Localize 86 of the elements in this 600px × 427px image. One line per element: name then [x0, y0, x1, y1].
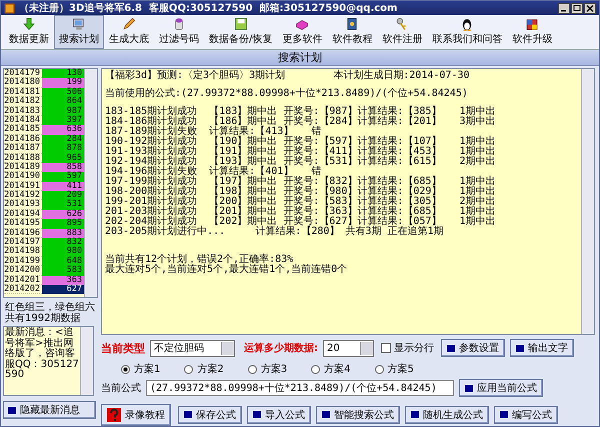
- number-cell[interactable]: 858: [42, 162, 84, 172]
- app-icon: [4, 2, 15, 14]
- scheme-radio[interactable]: 方案4: [311, 362, 350, 376]
- number-cell[interactable]: 397: [42, 116, 84, 126]
- report-line: 197-199期计划成功 【197】期中出 开奖号:【832】计算结果:【685】 1期中出: [105, 177, 497, 187]
- number-cell[interactable]: 130: [42, 69, 84, 78]
- action-button[interactable]: 参数设置: [441, 339, 505, 358]
- formula-button[interactable]: 智能搜索公式: [316, 406, 400, 424]
- formula-label: 当前公式: [101, 382, 141, 396]
- number-cell[interactable]: 626: [42, 210, 84, 220]
- toolbar-button[interactable]: 搜索计划: [54, 15, 104, 49]
- toolbar-button[interactable]: 数据备份/恢复: [204, 15, 278, 49]
- scheme-radio[interactable]: 方案3: [248, 362, 288, 376]
- report-line: 当前使用的公式:(27.99372*88.09998+十位*213.8489)/(个位+54.84245): [105, 89, 469, 99]
- periods-label: 运算多少期数据:: [244, 342, 318, 356]
- report-line: 当前共有12个计划，错误2个,正确率:83%: [105, 255, 294, 265]
- news-box: 最新消息：<追号将军>推出网络版了，咨询客服QQ：305127590: [3, 326, 94, 396]
- report-line: 198-200期计划成功 【198】期中出 开奖号:【980】计算结果:【029】 1期中出: [105, 187, 497, 197]
- report-line: 192-194期计划成功 【193】期中出 开奖号:【531】计算结果:【615】 2期中出: [105, 157, 497, 167]
- type-dropdown[interactable]: 不定位胆码: [150, 340, 235, 357]
- report-line: 191-193期计划成功 【191】期中出 开奖号:【411】计算结果:【453】 1期中出: [105, 147, 497, 157]
- report-line: 199-201期计划成功 【200】期中出 开奖号:【583】计算结果:【305】 2期中出: [105, 197, 497, 207]
- formula-button[interactable]: 保存公式: [178, 406, 242, 424]
- report-line: 201-203期计划成功 【201】期中出 开奖号:【363】计算结果:【685】 1期中出: [105, 207, 497, 217]
- report-line: 183-185期计划成功 【183】期中出 开奖号:【987】计算结果:【385】 1期中出: [105, 107, 497, 117]
- number-cell[interactable]: 284: [42, 134, 84, 144]
- window-title: （未注册）3D追号将军6.8 客服QQ:305127590 邮箱:305127590@qq.com: [19, 1, 398, 15]
- number-cell[interactable]: 411: [42, 182, 84, 192]
- report-line: 203-205期计划进行中... 计算结果:【280】 共有3期 正在追第1期: [105, 227, 444, 237]
- number-cell[interactable]: 363: [42, 276, 84, 285]
- show-rows-checkbox[interactable]: 显示分行: [381, 341, 434, 356]
- number-cell[interactable]: 883: [42, 228, 84, 238]
- legend-text: 红色组三，绿色组六: [5, 302, 96, 313]
- scheme-radio[interactable]: 方案1: [121, 362, 160, 376]
- number-cell[interactable]: 583: [42, 266, 84, 276]
- scheme-radio[interactable]: 方案5: [374, 362, 414, 376]
- number-cell[interactable]: 506: [42, 88, 84, 98]
- report-line: 190-192期计划成功 【190】期中出 开奖号:【597】计算结果:【107】 1期中出: [105, 137, 497, 147]
- number-cell[interactable]: 987: [42, 106, 84, 116]
- number-cell[interactable]: 980: [42, 247, 84, 257]
- tutorial-button[interactable]: 录像教程: [101, 404, 171, 426]
- scrollbar[interactable]: [581, 69, 594, 334]
- number-cell[interactable]: 965: [42, 154, 84, 163]
- report-line: 187-189期计划失败 计算结果:【413】 错: [105, 127, 322, 137]
- panel-title: 搜索计划: [1, 50, 599, 66]
- number-cell[interactable]: 895: [42, 219, 84, 229]
- number-cell[interactable]: 878: [42, 144, 84, 154]
- formula-field[interactable]: (27.99372*88.09998+十位*213.8489)/(个位+54.84245): [146, 380, 454, 396]
- report-line: 最大连对5个,当前连对5个,最大连错1个,当前连错0个: [105, 265, 348, 275]
- toolbar-button[interactable]: 过滤号码: [154, 15, 204, 49]
- toolbar-button[interactable]: 软件升级: [507, 15, 558, 49]
- number-cell[interactable]: 648: [42, 256, 84, 266]
- periods-dropdown[interactable]: 20: [323, 340, 374, 357]
- toolbar-button[interactable]: 生成大底: [104, 15, 154, 49]
- question-icon: [107, 408, 121, 422]
- toolbar-button[interactable]: 联系我们和问答: [427, 15, 508, 49]
- maximize-icon[interactable]: [571, 2, 583, 14]
- legend-text: 共有1992期数据: [5, 313, 82, 324]
- scrollbar[interactable]: [80, 327, 93, 395]
- toolbar-button[interactable]: 软件注册: [377, 15, 428, 49]
- toolbar-button[interactable]: 数据更新: [4, 15, 54, 49]
- number-cell[interactable]: 636: [42, 125, 84, 135]
- action-button[interactable]: 输出文字: [510, 339, 574, 358]
- formula-button[interactable]: 导入公式: [247, 406, 311, 424]
- number-cell[interactable]: 199: [42, 78, 84, 88]
- number-cell[interactable]: 864: [42, 97, 84, 107]
- number-cell[interactable]: 832: [42, 238, 84, 248]
- toolbar-button[interactable]: 软件教程: [327, 15, 378, 49]
- number-cell[interactable]: 531: [42, 200, 84, 210]
- number-cell[interactable]: 597: [42, 172, 84, 182]
- report-line: 202-204期计划成功 【202】期中出 开奖号:【627】计算结果:【057】 1期中出: [105, 217, 497, 227]
- report-line: 194-196期计划失败 计算结果:【401】 错: [105, 167, 322, 177]
- minimize-icon[interactable]: [558, 2, 570, 14]
- formula-button[interactable]: 编写公式: [494, 406, 558, 424]
- report-line: 184-186期计划成功 【186】期中出 开奖号:【284】计算结果:【201】 3期中出: [105, 117, 497, 127]
- number-cell[interactable]: 627: [42, 284, 84, 294]
- close-icon[interactable]: [584, 2, 596, 14]
- scheme-radio[interactable]: 方案2: [184, 362, 224, 376]
- hide-news-button[interactable]: 隐藏最新消息: [3, 401, 96, 419]
- apply-formula-button[interactable]: 应用当前公式: [459, 379, 543, 398]
- number-cell[interactable]: 209: [42, 191, 84, 200]
- type-label: 当前类型: [101, 340, 145, 356]
- toolbar-button[interactable]: 更多软件: [277, 15, 328, 49]
- formula-button[interactable]: 随机生成公式: [405, 406, 489, 424]
- scrollbar[interactable]: [84, 69, 97, 297]
- report-line: 【福彩3d】预测:〈定3个胆码〉3期计划 本计划生成日期:2014-07-30: [105, 71, 470, 81]
